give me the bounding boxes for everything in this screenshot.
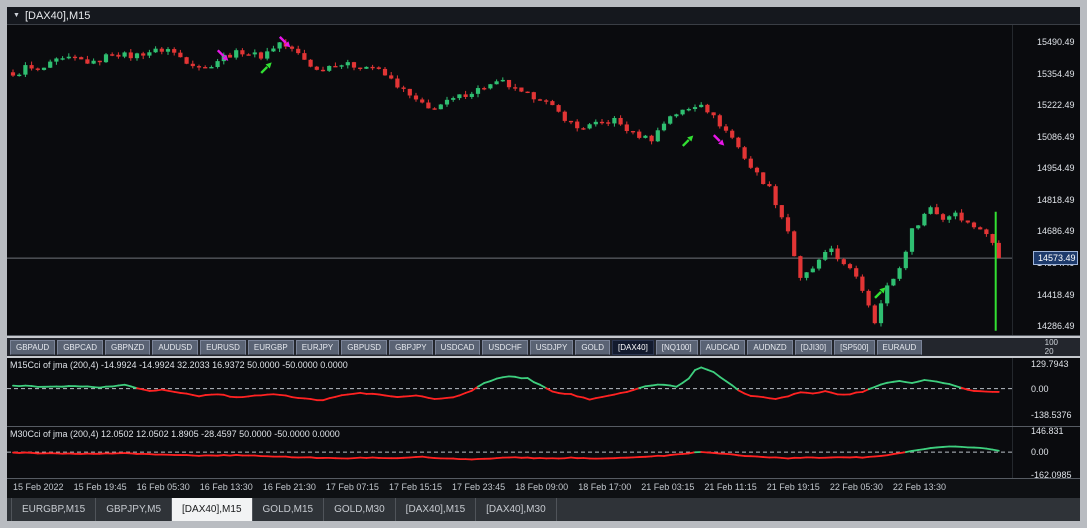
symbol-tab-GBPCAD[interactable]: GBPCAD [57, 339, 103, 355]
indicator-pane-m30cci[interactable]: M30Cci of jma (200,4) 12.0502 12.0502 1.… [7, 427, 1080, 479]
price-axis-label: 14286.49 [1037, 320, 1075, 331]
chart-tab-GBPJPY-M5[interactable]: GBPJPY,M5 [96, 498, 173, 521]
symbol-tab-NQ100[interactable]: [NQ100] [655, 339, 698, 355]
time-axis-label: 18 Feb 09:00 [515, 482, 569, 492]
indicator-pane-m15cci[interactable]: M15Cci of jma (200,4) -14.9924 -14.9924 … [7, 358, 1080, 427]
indicator-axis-label: 0.00 [1031, 447, 1049, 458]
time-labels-row: 15 Feb 2022 15 Feb 19:45 16 Feb 05:30 16 Fe… [7, 479, 1012, 498]
strip-scale-label: 100 [1044, 338, 1058, 347]
buy-signal-arrow-icon [874, 287, 886, 299]
time-axis-label: 21 Feb 03:15 [641, 482, 695, 492]
time-axis-label: 22 Feb 13:30 [892, 482, 946, 492]
candlestick-canvas[interactable] [7, 25, 1012, 335]
chart-tab--DAX40--M15[interactable]: [DAX40],M15 [172, 498, 253, 521]
time-axis-label: 21 Feb 11:15 [704, 482, 757, 492]
indicator-axis-label: -138.5376 [1031, 410, 1072, 421]
strip-scale-labels: 100 20 [1045, 338, 1058, 356]
indicator-m15cci-axis[interactable]: 129.7943 0.00 -138.5376 [1012, 358, 1080, 426]
symbol-tab-DAX40[interactable]: [DAX40] [612, 339, 654, 355]
indicator-m30cci-axis[interactable]: 146.831 0.00 -162.0985 [1012, 427, 1080, 478]
symbol-tab-strip: 100 20 GBPAUD GBPCAD GBPNZD AUDUSD EURUSD EURG… [7, 336, 1080, 358]
indicator-axis-label: 146.831 [1031, 427, 1064, 437]
time-axis-label: 15 Feb 2022 [13, 482, 64, 492]
chart-tab-GOLD-M15[interactable]: GOLD,M15 [253, 498, 325, 521]
price-axis-label: 15222.49 [1037, 100, 1075, 111]
time-axis-label: 21 Feb 19:15 [766, 482, 820, 492]
indicator-axis-label: -162.0985 [1031, 470, 1072, 479]
price-axis-label: 15354.49 [1037, 69, 1075, 80]
buy-signal-arrow-icon [260, 62, 272, 74]
indicator-axis-label: 0.00 [1031, 383, 1049, 394]
time-axis-label: 16 Feb 13:30 [199, 482, 253, 492]
symbol-tab-AUDUSD[interactable]: AUDUSD [152, 339, 199, 355]
time-axis-label: 16 Feb 05:30 [136, 482, 190, 492]
symbol-tab-GBPJPY[interactable]: GBPJPY [389, 339, 433, 355]
symbol-tab-EURGBP[interactable]: EURGBP [247, 339, 294, 355]
price-axis-label: 14686.49 [1037, 226, 1075, 237]
sell-signal-arrow-icon [712, 134, 725, 146]
chart-tab--DAX40--M15[interactable]: [DAX40],M15 [396, 498, 477, 521]
symbol-tab-USDCHF[interactable]: USDCHF [482, 339, 528, 355]
price-axis-label: 15490.49 [1037, 37, 1075, 48]
chart-title: [DAX40],M15 [24, 9, 91, 22]
buy-signal-arrow-icon [681, 135, 694, 147]
price-axis[interactable]: 14573.49 15490.49 15354.49 15222.49 15086.4… [1012, 25, 1080, 335]
symbol-tab-EURUSD[interactable]: EURUSD [200, 339, 246, 355]
symbol-tab-AUDNZD[interactable]: AUDNZD [747, 339, 793, 355]
symbol-tab-USDJPY[interactable]: USDJPY [529, 339, 574, 355]
symbol-tab-USDCAD[interactable]: USDCAD [434, 339, 481, 355]
chart-titlebar: ▼ [DAX40],M15 [7, 7, 1080, 25]
price-axis-label: 15086.49 [1037, 132, 1075, 143]
time-axis-label: 17 Feb 23:45 [452, 482, 506, 492]
chart-tab-GOLD-M30[interactable]: GOLD,M30 [324, 498, 396, 521]
indicator-axis-label: 129.7943 [1031, 358, 1069, 369]
symbol-tab-GBPNZD[interactable]: GBPNZD [105, 339, 151, 355]
time-axis-label: 16 Feb 21:30 [262, 482, 316, 492]
chart-tab-EURGBP-M15[interactable]: EURGBP,M15 [11, 498, 97, 521]
indicator-m15cci-label: M15Cci of jma (200,4) -14.9924 -14.9924 … [10, 360, 348, 370]
time-axis[interactable]: 15 Feb 2022 15 Feb 19:45 16 Feb 05:30 16 Fe… [7, 479, 1080, 498]
price-axis-label: 14418.49 [1037, 289, 1075, 300]
time-axis-label: 22 Feb 05:30 [829, 482, 883, 492]
time-axis-label: 17 Feb 07:15 [325, 482, 379, 492]
chart-tab--DAX40--M30[interactable]: [DAX40],M30 [476, 498, 557, 521]
chart-tabs-bar: EURGBP,M15 GBPJPY,M5 [DAX40],M15 GOLD,M15 GO… [7, 498, 1080, 521]
symbol-tab-EURAUD[interactable]: EURAUD [876, 339, 923, 355]
symbol-tab-EURJPY[interactable]: EURJPY [295, 339, 340, 355]
time-axis-label: 17 Feb 15:15 [388, 482, 443, 492]
chart-menu-triangle-icon[interactable]: ▼ [13, 12, 20, 19]
time-axis-label: 18 Feb 17:00 [578, 482, 632, 492]
chart-window: ▼ [DAX40],M15 14573.49 15490.49 15354.49 1… [7, 7, 1080, 521]
price-axis-label: 14818.49 [1037, 195, 1075, 206]
symbol-tab-SP500[interactable]: [SP500] [834, 339, 875, 355]
mt4-window: ▼ [DAX40],M15 14573.49 15490.49 15354.49 1… [0, 0, 1087, 528]
strip-scale-label: 20 [1044, 347, 1054, 356]
indicator-m30cci-label: M30Cci of jma (200,4) 12.0502 12.0502 1.… [10, 429, 340, 439]
symbol-tab-GBPUSD[interactable]: GBPUSD [341, 339, 388, 355]
symbol-tabs-row: 100 20 GBPAUD GBPCAD GBPNZD AUDUSD EURUSD EURG… [7, 338, 1080, 356]
symbol-tab-DJI30[interactable]: [DJI30] [794, 339, 833, 355]
symbol-tab-GBPAUD[interactable]: GBPAUD [10, 339, 56, 355]
symbol-tab-GOLD[interactable]: GOLD [575, 339, 610, 355]
symbol-tab-AUDCAD[interactable]: AUDCAD [699, 339, 746, 355]
time-axis-label: 15 Feb 19:45 [73, 482, 127, 492]
main-price-chart[interactable]: 14573.49 15490.49 15354.49 15222.49 15086.4… [7, 25, 1080, 336]
price-axis-label: 14954.49 [1037, 163, 1075, 174]
current-price-label: 14573.49 [1033, 251, 1078, 266]
